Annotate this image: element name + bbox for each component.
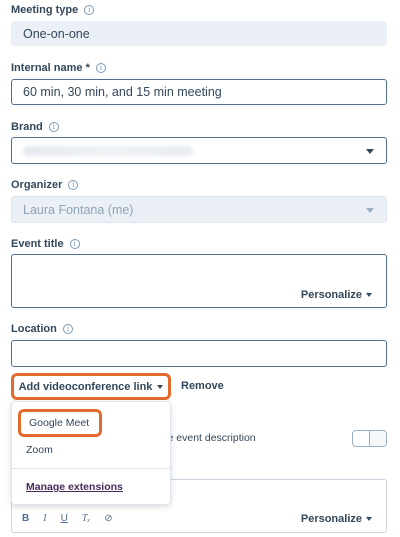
internal-name-input[interactable]: 60 min, 30 min, and 15 min meeting xyxy=(11,79,387,105)
chevron-down-icon xyxy=(366,148,374,154)
event-title-input[interactable]: Personalize xyxy=(11,254,387,308)
editor-toolbar: B I U Tₓ ⊘ xyxy=(22,513,113,524)
brand-label-text: Brand xyxy=(11,121,43,133)
add-videoconference-link-button[interactable]: Add videoconference link xyxy=(11,373,171,400)
info-icon[interactable]: i xyxy=(68,180,79,190)
info-icon[interactable]: i xyxy=(62,324,73,334)
meeting-type-value: One-on-one xyxy=(23,26,90,41)
location-label-text: Location xyxy=(11,323,57,335)
internal-name-label: Internal name * i xyxy=(11,62,106,74)
manage-extensions-link[interactable]: Manage extensions xyxy=(26,481,123,493)
organizer-value: Laura Fontana (me) xyxy=(23,202,134,217)
brand-value-redacted xyxy=(23,145,193,156)
menu-divider xyxy=(12,468,170,469)
clear-formatting-icon[interactable]: Tₓ xyxy=(82,513,90,524)
caret-down-icon xyxy=(366,293,372,297)
caret-down-icon xyxy=(366,517,372,521)
personalize-button[interactable]: Personalize xyxy=(301,289,372,301)
info-icon[interactable]: i xyxy=(84,5,95,15)
menu-item-label: Google Meet xyxy=(29,417,90,429)
underline-icon[interactable]: U xyxy=(61,513,68,524)
meeting-type-label: Meeting type i xyxy=(11,4,95,16)
chevron-down-icon xyxy=(366,207,374,213)
location-label: Location i xyxy=(11,323,73,335)
location-input[interactable] xyxy=(11,340,387,367)
info-icon[interactable]: i xyxy=(95,63,106,73)
event-title-label-text: Event title xyxy=(11,238,64,250)
meeting-type-label-text: Meeting type xyxy=(11,4,79,16)
personalize-label: Personalize xyxy=(300,513,362,525)
internal-name-value: 60 min, 30 min, and 15 min meeting xyxy=(23,85,222,99)
menu-item-zoom[interactable]: Zoom xyxy=(12,444,170,456)
organizer-select: Laura Fontana (me) xyxy=(11,196,387,223)
organizer-label-text: Organizer xyxy=(11,179,63,191)
remove-button[interactable]: Remove xyxy=(181,380,224,392)
italic-icon[interactable]: I xyxy=(43,513,46,524)
meeting-type-field: One-on-one xyxy=(11,21,387,46)
internal-name-label-text: Internal name * xyxy=(11,62,90,74)
bold-icon[interactable]: B xyxy=(22,513,29,524)
brand-select[interactable] xyxy=(11,137,387,164)
description-toggle[interactable] xyxy=(352,430,387,447)
link-icon[interactable]: ⊘ xyxy=(104,513,112,524)
organizer-label: Organizer i xyxy=(11,179,79,191)
personalize-button[interactable]: Personalize xyxy=(301,513,372,525)
toggle-knob xyxy=(369,431,386,446)
menu-item-label: Zoom xyxy=(26,444,53,456)
event-title-label: Event title i xyxy=(11,238,80,250)
caret-down-icon xyxy=(157,384,164,389)
info-icon[interactable]: i xyxy=(48,122,59,132)
info-icon[interactable]: i xyxy=(69,239,80,249)
meeting-settings-form: Meeting type i One-on-one Internal name … xyxy=(0,0,400,537)
personalize-label: Personalize xyxy=(300,289,362,301)
menu-item-google-meet[interactable]: Google Meet xyxy=(18,409,102,437)
brand-label: Brand i xyxy=(11,121,59,133)
videoconference-menu: Google Meet Zoom Manage extensions xyxy=(11,401,171,505)
add-videoconference-label: Add videoconference link xyxy=(18,380,153,393)
